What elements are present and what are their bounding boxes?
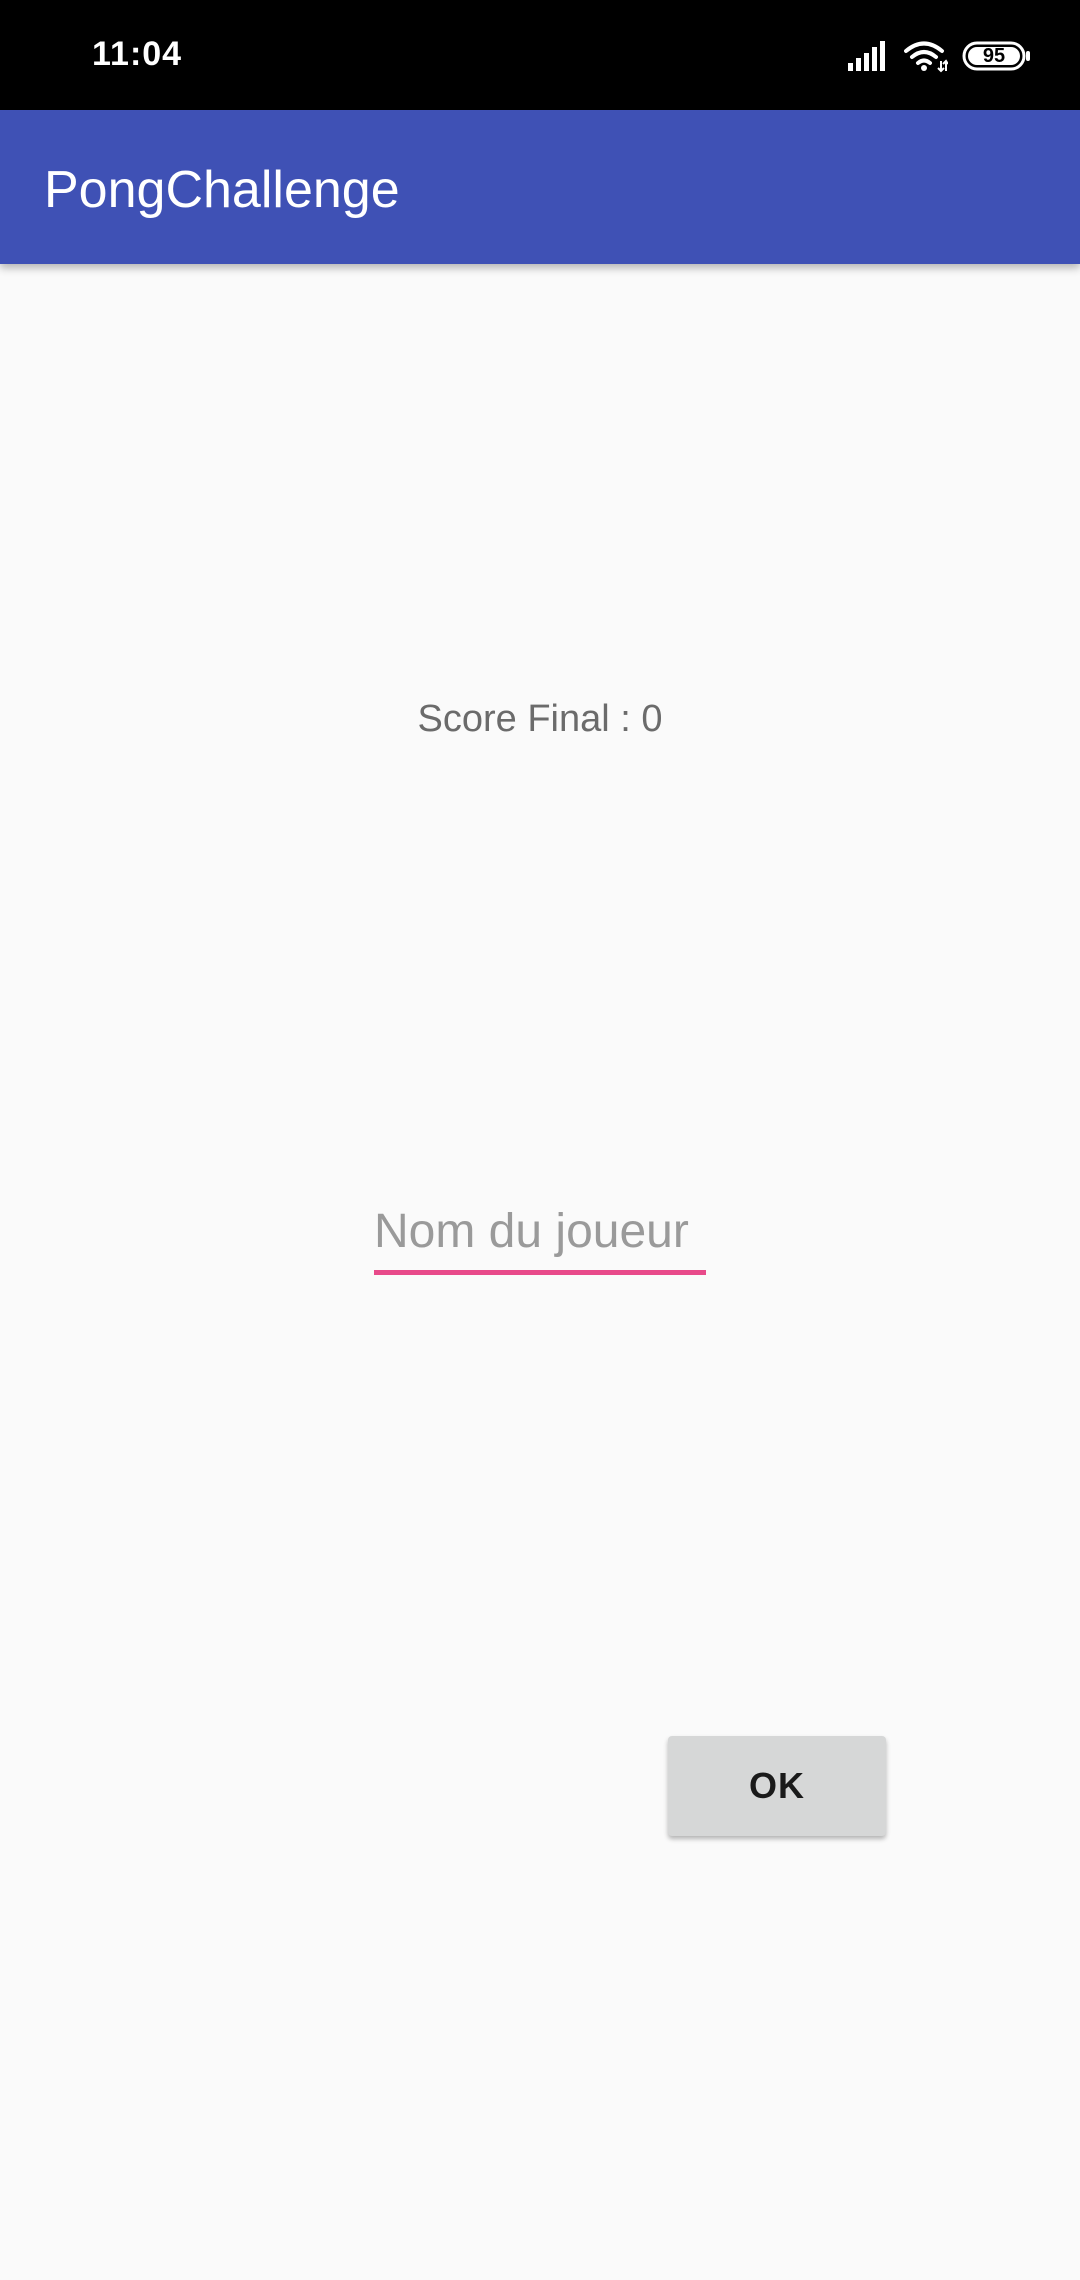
- battery-level: 95: [982, 45, 1006, 67]
- status-time: 11:04: [92, 35, 183, 73]
- app-title: PongChallenge: [44, 161, 400, 219]
- status-icons: 95: [848, 38, 1032, 74]
- player-name-field[interactable]: [374, 1196, 706, 1276]
- status-bar: 11:04 95: [0, 0, 1080, 110]
- app-bar: PongChallenge: [0, 110, 1080, 264]
- wifi-icon: [904, 39, 948, 73]
- ok-button[interactable]: OK: [668, 1736, 886, 1836]
- signal-icon: [848, 41, 890, 71]
- final-score-label: Score Final : 0: [417, 698, 663, 740]
- player-name-input[interactable]: [374, 1196, 706, 1266]
- player-name-underline: [374, 1270, 706, 1275]
- battery-icon: 95: [962, 41, 1032, 71]
